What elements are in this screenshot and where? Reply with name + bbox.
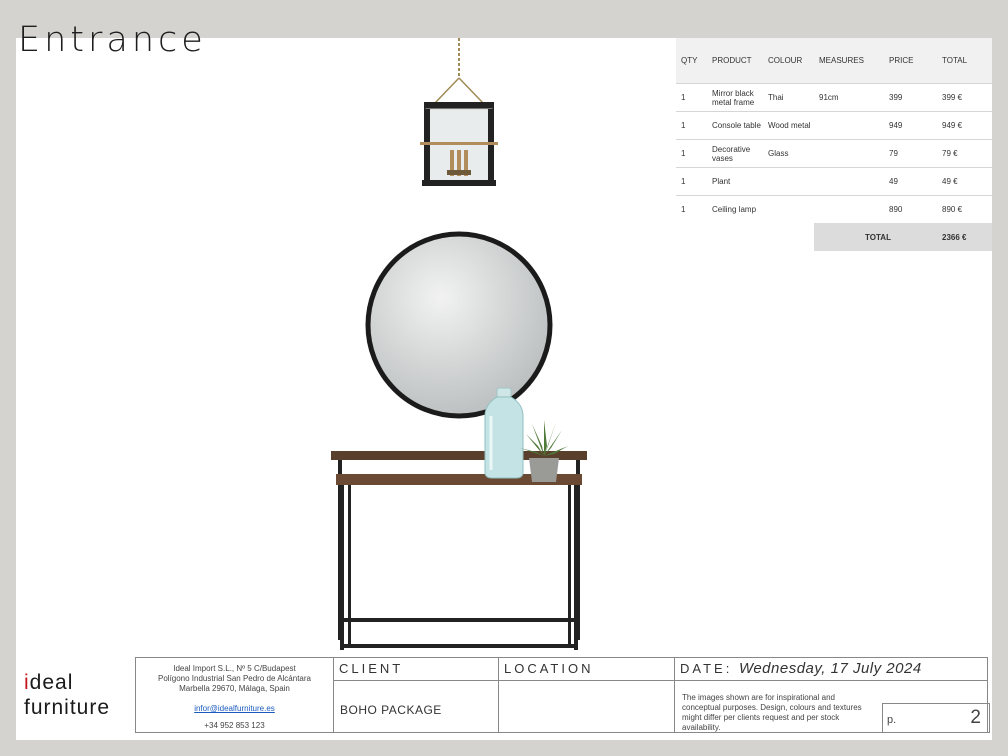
total-cell: 399 € bbox=[937, 83, 992, 112]
logo-line-2: furniture bbox=[24, 696, 111, 719]
product-cell: Decorative vases bbox=[707, 139, 763, 168]
client-label: CLIENT bbox=[339, 661, 404, 676]
price-cell: 49 bbox=[884, 167, 937, 196]
company-info: Ideal Import S.L., Nº 5 C/Budapest Políg… bbox=[136, 658, 334, 732]
colour-cell: Thai bbox=[763, 83, 814, 112]
product-cell: Mirror black metal frame bbox=[707, 83, 763, 112]
column-header-product: PRODUCT bbox=[707, 38, 763, 84]
page-title: Entrance bbox=[18, 20, 207, 60]
company-phone: +34 952 853 123 bbox=[204, 721, 265, 730]
company-name-line: Ideal Import S.L., Nº 5 C/Budapest bbox=[173, 664, 296, 673]
qty-cell: 1 bbox=[676, 83, 707, 112]
page-number: 2 bbox=[970, 707, 981, 728]
ceiling-lamp-image bbox=[420, 38, 498, 186]
price-cell: 890 bbox=[884, 195, 937, 223]
price-cell: 399 bbox=[884, 83, 937, 112]
date-header: DATE: Wednesday, 17 July 2024 bbox=[675, 658, 988, 681]
measures-cell bbox=[814, 139, 884, 168]
location-value-cell bbox=[499, 681, 675, 732]
total-cell: 949 € bbox=[937, 111, 992, 140]
qty-cell: 1 bbox=[676, 139, 707, 168]
column-header-measures: MEASURES bbox=[814, 38, 884, 84]
footer-info-box: Ideal Import S.L., Nº 5 C/Budapest Políg… bbox=[135, 657, 990, 733]
column-header-colour: COLOUR bbox=[763, 38, 814, 84]
colour-cell: Wood metal bbox=[763, 111, 814, 140]
table-row: 1 Ceiling lamp 890 890 € bbox=[676, 195, 992, 223]
measures-cell bbox=[814, 167, 884, 196]
colour-cell bbox=[763, 195, 814, 223]
total-cell: 49 € bbox=[937, 167, 992, 196]
total-label: TOTAL bbox=[814, 223, 937, 251]
product-cell: Ceiling lamp bbox=[707, 195, 763, 223]
client-header: CLIENT bbox=[334, 658, 499, 681]
table-total-row: TOTAL 2366 € bbox=[676, 223, 992, 251]
table-header-row: QTY PRODUCT COLOUR MEASURES PRICE TOTAL bbox=[676, 38, 992, 84]
colour-cell: Glass bbox=[763, 139, 814, 168]
measures-cell: 91cm bbox=[814, 83, 884, 112]
column-header-price: PRICE bbox=[884, 38, 937, 84]
page-number-box: p. 2 bbox=[882, 703, 990, 733]
price-cell: 79 bbox=[884, 139, 937, 168]
company-logo: ideal furniture bbox=[24, 670, 110, 720]
table-row: 1 Mirror black metal frame Thai 91cm 399… bbox=[676, 83, 992, 112]
product-cell: Plant bbox=[707, 167, 763, 196]
client-value-cell: BOHO PACKAGE bbox=[334, 681, 499, 732]
company-email-link[interactable]: infor@idealfurniture.es bbox=[194, 704, 275, 713]
date-label: DATE: bbox=[680, 661, 733, 676]
round-mirror-image bbox=[365, 231, 553, 419]
colour-cell bbox=[763, 167, 814, 196]
page-label: p. bbox=[887, 714, 897, 726]
date-value: Wednesday, 17 July 2024 bbox=[738, 660, 922, 677]
client-value: BOHO PACKAGE bbox=[340, 703, 442, 717]
total-cell: 79 € bbox=[937, 139, 992, 168]
measures-cell bbox=[814, 195, 884, 223]
company-address-2: Marbella 29670, Málaga, Spain bbox=[179, 684, 290, 693]
column-header-qty: QTY bbox=[676, 38, 707, 84]
location-label: LOCATION bbox=[504, 661, 594, 676]
column-header-total: TOTAL bbox=[937, 38, 992, 84]
total-cell: 890 € bbox=[937, 195, 992, 223]
measures-cell bbox=[814, 111, 884, 140]
logo-line-1: ideal bbox=[24, 671, 74, 694]
location-header: LOCATION bbox=[499, 658, 675, 681]
qty-cell: 1 bbox=[676, 111, 707, 140]
company-address-1: Polígono Industrial San Pedro de Alcánta… bbox=[158, 674, 311, 683]
product-table: QTY PRODUCT COLOUR MEASURES PRICE TOTAL … bbox=[676, 38, 992, 251]
price-cell: 949 bbox=[884, 111, 937, 140]
total-value: 2366 € bbox=[937, 223, 992, 251]
product-cell: Console table bbox=[707, 111, 763, 140]
table-row: 1 Console table Wood metal 949 949 € bbox=[676, 111, 992, 140]
table-row: 1 Decorative vases Glass 79 79 € bbox=[676, 139, 992, 168]
table-row: 1 Plant 49 49 € bbox=[676, 167, 992, 196]
qty-cell: 1 bbox=[676, 167, 707, 196]
qty-cell: 1 bbox=[676, 195, 707, 223]
disclaimer-cell: The images shown are for inspirational a… bbox=[675, 681, 990, 733]
disclaimer-text: The images shown are for inspirational a… bbox=[682, 693, 862, 732]
potted-plant-image bbox=[520, 420, 568, 482]
